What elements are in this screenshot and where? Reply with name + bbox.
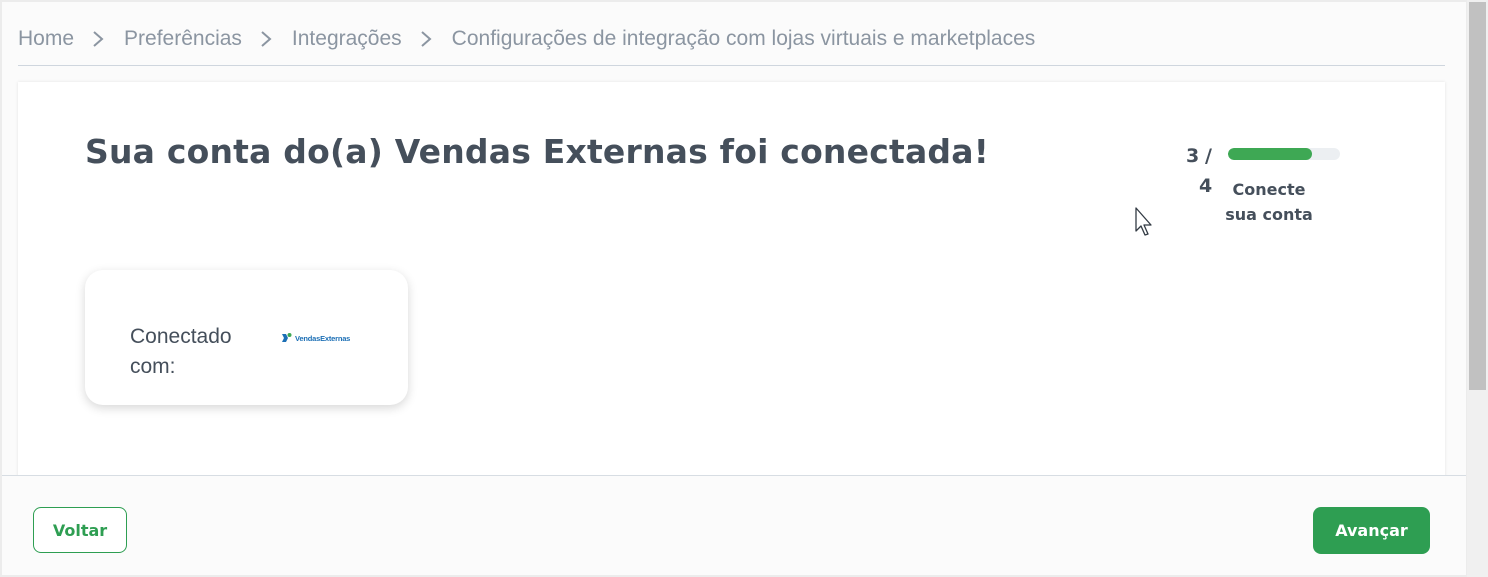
breadcrumb: Home Preferências Integrações Configuraç… <box>18 22 1035 56</box>
next-button[interactable]: Avançar <box>1313 507 1430 554</box>
vendas-externas-logo: VendasExternas <box>281 331 350 345</box>
vertical-scrollbar[interactable] <box>1467 0 1488 577</box>
scrollbar-thumb[interactable] <box>1469 2 1486 390</box>
page-title: Sua conta do(a) Vendas Externas foi cone… <box>85 132 989 171</box>
step-separator: / <box>1205 145 1212 167</box>
step-label: Conecte sua conta <box>1225 180 1313 224</box>
progress-fill <box>1228 148 1312 160</box>
app-frame: Home Preferências Integrações Configuraç… <box>2 2 1466 575</box>
progress-bar <box>1228 148 1340 160</box>
breadcrumb-configuracoes: Configurações de integração com lojas vi… <box>451 27 1036 50</box>
logo-mark-icon <box>282 333 292 342</box>
connection-label: Conectado com: <box>130 325 232 378</box>
logo-text: VendasExternas <box>295 333 351 343</box>
breadcrumb-divider <box>18 65 1445 66</box>
mouse-pointer-icon <box>1135 207 1152 236</box>
chevron-right-icon <box>86 29 112 49</box>
chevron-right-icon <box>254 29 280 49</box>
breadcrumb-preferencias[interactable]: Preferências <box>124 27 242 51</box>
footer-bar: Voltar Avançar <box>2 475 1466 575</box>
chevron-right-icon <box>414 29 440 49</box>
main-card: Sua conta do(a) Vendas Externas foi cone… <box>18 82 1445 502</box>
step-current: 3 <box>1186 145 1200 167</box>
breadcrumb-integracoes[interactable]: Integrações <box>292 27 402 51</box>
back-button[interactable]: Voltar <box>33 507 127 553</box>
step-total: 4 <box>1199 175 1213 197</box>
breadcrumb-home[interactable]: Home <box>18 27 74 51</box>
connection-card: Conectado com: VendasExternas <box>85 270 408 405</box>
